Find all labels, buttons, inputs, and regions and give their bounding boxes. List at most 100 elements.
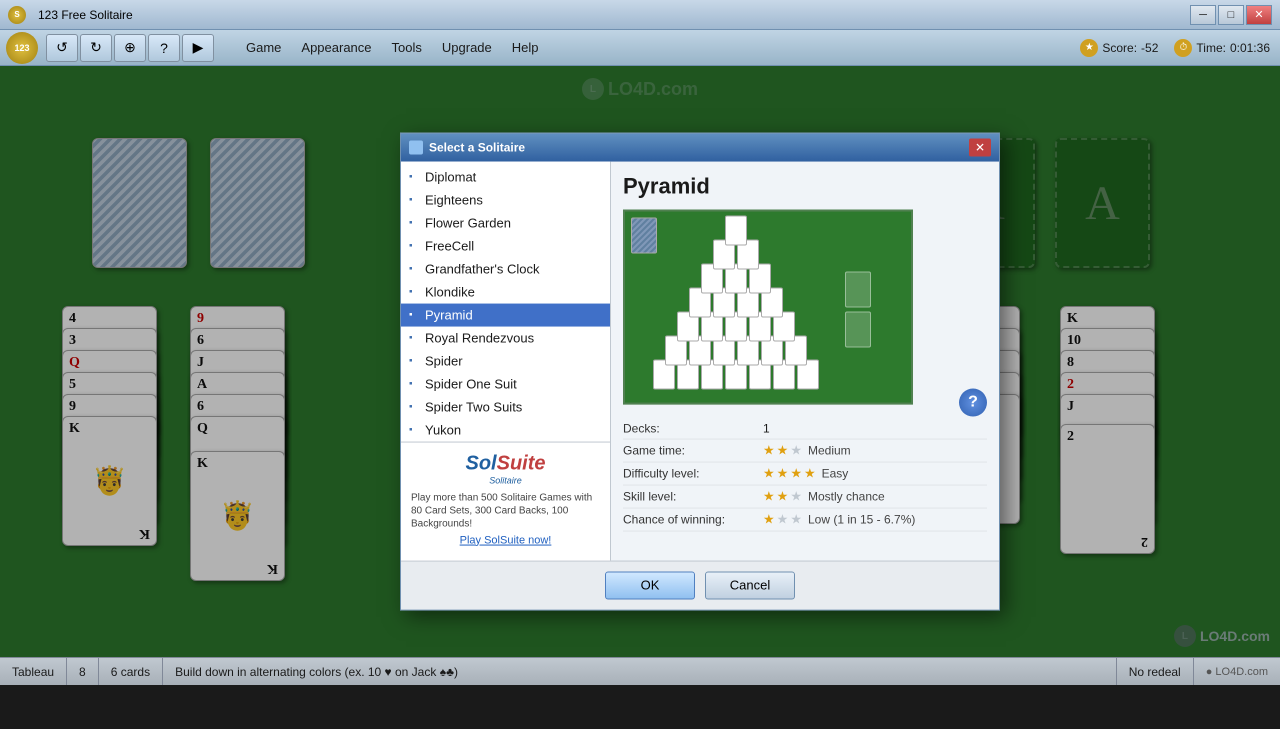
status-lo4d: ● LO4D.com xyxy=(1194,658,1280,685)
dialog-footer: OK Cancel xyxy=(401,560,999,609)
status-tableau: Tableau xyxy=(0,658,67,685)
chance-label: Chance of winning: xyxy=(623,512,763,526)
app-icon: S xyxy=(8,6,26,24)
status-rule-text: Build down in alternating colors (ex. 10… xyxy=(175,665,458,679)
game-preview-panel: Pyramid xyxy=(611,161,999,560)
time-label: Time: xyxy=(1196,41,1226,55)
ok-button[interactable]: OK xyxy=(605,571,695,599)
game-list-item-grandfathers-clock[interactable]: Grandfather's Clock xyxy=(401,257,610,280)
game-stats: Decks: 1 Game time: ★ ★ ★ Medium xyxy=(623,418,987,531)
game-list-item-spider-two-suits[interactable]: Spider Two Suits xyxy=(401,395,610,418)
ad-text: Play more than 500 Solitaire Games with … xyxy=(411,491,600,530)
time-icon: ⏱ xyxy=(1174,39,1192,57)
status-cards-value: 6 cards xyxy=(111,665,150,679)
maximize-button[interactable]: □ xyxy=(1218,5,1244,25)
select-solitaire-dialog: Select a Solitaire ✕ Diplomat Eighteens … xyxy=(400,132,1000,610)
star-1: ★ xyxy=(763,488,775,504)
skill-label: Skill level: xyxy=(623,489,763,503)
toolbar-btn-play[interactable]: ▶ xyxy=(182,34,214,62)
game-time-text: Medium xyxy=(808,443,851,457)
menu-appearance[interactable]: Appearance xyxy=(291,37,381,58)
game-preview-image xyxy=(623,209,913,404)
star-2: ★ xyxy=(777,511,789,527)
game-list-item-klondike[interactable]: Klondike xyxy=(401,280,610,303)
game-list-item-royal-rendezvous[interactable]: Royal Rendezvous xyxy=(401,326,610,349)
menu-game[interactable]: Game xyxy=(236,37,291,58)
game-list-item-yukon[interactable]: Yukon xyxy=(401,418,610,441)
solsuite-ad: SolSuite Solitaire Play more than 500 So… xyxy=(401,441,610,556)
game-area: L LO4D.com A A A A 4 ♠ 3 Q 👑 5 9 xyxy=(0,66,1280,657)
cancel-button[interactable]: Cancel xyxy=(705,571,795,599)
close-button[interactable]: ✕ xyxy=(1246,5,1272,25)
star-1: ★ xyxy=(763,511,775,527)
star-2: ★ xyxy=(777,442,789,458)
star-1: ★ xyxy=(763,442,775,458)
toolbar-btn-redo[interactable]: ↻ xyxy=(80,34,112,62)
preview-card xyxy=(725,215,747,245)
star-1: ★ xyxy=(763,465,775,481)
status-rule: Build down in alternating colors (ex. 10… xyxy=(163,658,1117,685)
toolbar: 123 ↺ ↻ ⊕ ? ▶ Game Appearance Tools Upgr… xyxy=(0,30,1280,66)
decks-label: Decks: xyxy=(623,421,763,435)
dialog-close-button[interactable]: ✕ xyxy=(969,138,991,156)
game-preview-title: Pyramid xyxy=(623,173,987,199)
score-value: -52 xyxy=(1141,41,1158,55)
dialog-title: Select a Solitaire xyxy=(429,140,525,154)
status-columns-value: 8 xyxy=(79,665,86,679)
star-3: ★ xyxy=(790,442,802,458)
skill-text: Mostly chance xyxy=(808,489,885,503)
difficulty-label: Difficulty level: xyxy=(623,466,763,480)
game-list-panel: Diplomat Eighteens Flower Garden FreeCel… xyxy=(401,161,611,560)
score-label: Score: xyxy=(1102,41,1137,55)
dialog-title-bar: Select a Solitaire ✕ xyxy=(401,133,999,161)
game-time-stars: ★ ★ ★ xyxy=(763,442,802,458)
dialog-icon xyxy=(409,140,423,154)
game-list-item-spider[interactable]: Spider xyxy=(401,349,610,372)
chance-stars: ★ ★ ★ xyxy=(763,511,802,527)
difficulty-text: Easy xyxy=(822,466,849,480)
status-columns: 8 xyxy=(67,658,99,685)
preview-placeholder-2 xyxy=(845,311,871,347)
status-redeal-text: No redeal xyxy=(1129,665,1181,679)
toolbar-btn-undo[interactable]: ↺ xyxy=(46,34,78,62)
menu-upgrade[interactable]: Upgrade xyxy=(432,37,502,58)
star-2: ★ xyxy=(777,488,789,504)
menu-bar: Game Appearance Tools Upgrade Help ★ Sco… xyxy=(216,34,1274,62)
status-bar: Tableau 8 6 cards Build down in alternat… xyxy=(0,657,1280,685)
star-3: ★ xyxy=(790,488,802,504)
star-4: ★ xyxy=(804,465,816,481)
score-icon: ★ xyxy=(1080,39,1098,57)
help-button[interactable]: ? xyxy=(959,388,987,416)
star-3: ★ xyxy=(790,465,802,481)
star-2: ★ xyxy=(777,465,789,481)
toolbar-btn-new[interactable]: ⊕ xyxy=(114,34,146,62)
chance-text: Low (1 in 15 - 6.7%) xyxy=(808,512,915,526)
window-title: 123 Free Solitaire xyxy=(38,8,133,22)
game-list-item-diplomat[interactable]: Diplomat xyxy=(401,165,610,188)
preview-placeholder-1 xyxy=(845,271,871,307)
preview-deck xyxy=(631,217,657,253)
toolbar-btn-help[interactable]: ? xyxy=(148,34,180,62)
status-redeal: No redeal xyxy=(1117,658,1194,685)
app-logo: 123 xyxy=(6,32,38,64)
game-time-label: Game time: xyxy=(623,443,763,457)
solsuite-logo: SolSuite xyxy=(411,452,600,475)
minimize-button[interactable]: ─ xyxy=(1190,5,1216,25)
game-list-item-spider-one-suit[interactable]: Spider One Suit xyxy=(401,372,610,395)
title-bar: S 123 Free Solitaire ─ □ ✕ xyxy=(0,0,1280,30)
time-value: 0:01:36 xyxy=(1230,41,1270,55)
skill-stars: ★ ★ ★ xyxy=(763,488,802,504)
game-list-item-eighteens[interactable]: Eighteens xyxy=(401,188,610,211)
game-list-item-flower-garden[interactable]: Flower Garden xyxy=(401,211,610,234)
difficulty-stars: ★ ★ ★ ★ xyxy=(763,465,816,481)
star-3: ★ xyxy=(790,511,802,527)
menu-help[interactable]: Help xyxy=(502,37,549,58)
solsuite-tagline: Solitaire xyxy=(411,475,600,485)
game-list-item-pyramid[interactable]: Pyramid xyxy=(401,303,610,326)
status-tableau-label: Tableau xyxy=(12,665,54,679)
ad-link[interactable]: Play SolSuite now! xyxy=(411,534,600,546)
status-cards: 6 cards xyxy=(99,658,163,685)
game-list-item-freecell[interactable]: FreeCell xyxy=(401,234,610,257)
menu-tools[interactable]: Tools xyxy=(382,37,432,58)
decks-value: 1 xyxy=(763,421,793,435)
